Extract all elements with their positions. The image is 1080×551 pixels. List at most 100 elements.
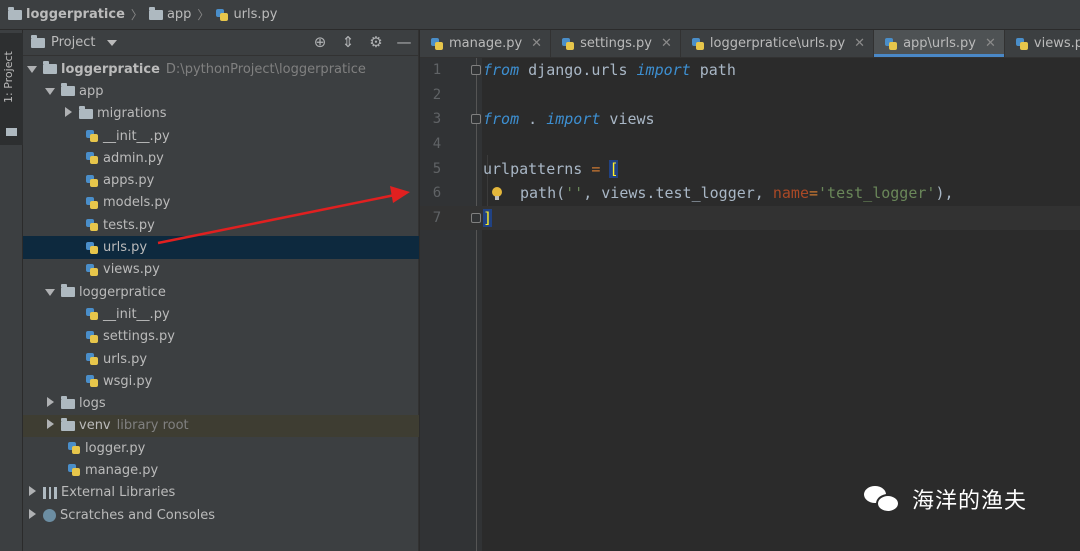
tree-item-file[interactable]: settings.py [23, 326, 419, 348]
tree-item-file[interactable]: manage.py [23, 459, 419, 481]
expand-arrow-icon[interactable] [29, 486, 36, 497]
project-tree: loggerpratice D:\pythonProject\loggerpra… [23, 58, 419, 526]
wechat-logo-icon [862, 482, 902, 516]
code-line[interactable]: 6 path('', views.test_logger, name='test… [420, 181, 1080, 206]
tab-label: app\urls.py [903, 36, 976, 51]
project-tool-tab[interactable]: 1: Project [0, 33, 23, 145]
breadcrumb-label: loggerpratice [26, 7, 125, 22]
code-line[interactable]: 2 [420, 83, 1080, 108]
tree-item-file[interactable]: wsgi.py [23, 370, 419, 392]
tab-label: views.py [1033, 36, 1080, 51]
tree-item-app[interactable]: app [23, 80, 419, 102]
tree-item-label: venv [79, 418, 111, 434]
tree-item-label: app [79, 83, 104, 99]
tree-item-label: manage.py [85, 462, 159, 478]
tree-item-label: Scratches and Consoles [60, 507, 216, 523]
code-line-current[interactable]: 7 ] [420, 205, 1080, 231]
code-line[interactable]: 5 urlpatterns = [ [420, 156, 1080, 181]
tab-project-urls-py[interactable]: loggerpratice\urls.py ✕ [681, 30, 875, 57]
target-icon[interactable]: ⊕ [312, 34, 328, 50]
tree-item-label: apps.py [103, 173, 155, 189]
code-line[interactable]: 4 [420, 132, 1080, 157]
fold-marker-icon[interactable] [471, 212, 481, 223]
lightbulb-icon[interactable] [492, 187, 502, 200]
line-number: 7 [432, 209, 442, 226]
tree-item-label: models.py [103, 195, 171, 211]
code-editor[interactable]: 1 from django.urls import path 2 3 from … [420, 58, 1080, 551]
code-text: ] [483, 208, 493, 227]
breadcrumb-item-project[interactable]: loggerpratice [8, 6, 125, 22]
tab-settings-py[interactable]: settings.py ✕ [551, 30, 681, 57]
fold-marker-icon[interactable] [471, 65, 481, 75]
tree-item-label: __init__.py [103, 306, 170, 322]
line-number: 6 [432, 185, 442, 202]
tree-item-label: urls.py [103, 351, 148, 367]
line-number: 4 [432, 136, 442, 153]
expand-arrow-icon[interactable] [47, 397, 54, 408]
close-icon[interactable]: ✕ [854, 36, 865, 51]
tree-item-migrations[interactable]: migrations [23, 103, 419, 125]
python-file-icon [67, 463, 81, 477]
tree-item-label: settings.py [103, 329, 175, 345]
chevron-right-icon: 〉 [130, 8, 143, 22]
gear-icon[interactable]: ⚙ [368, 34, 384, 50]
project-tool-label: 1: Project [2, 51, 15, 103]
tree-item-file[interactable]: tests.py [23, 214, 419, 236]
folder-icon [61, 395, 75, 409]
tab-label: manage.py [449, 36, 523, 51]
tab-app-urls-py[interactable]: app\urls.py ✕ [874, 30, 1005, 57]
tree-item-venv[interactable]: venv library root [23, 414, 419, 438]
tab-manage-py[interactable]: manage.py ✕ [420, 30, 552, 57]
python-file-icon [561, 37, 575, 51]
tree-item-path: D:\pythonProject\loggerpratice [165, 61, 366, 77]
scratches-icon [43, 508, 56, 522]
editor-tabs: manage.py ✕ settings.py ✕ loggerpratice\… [420, 30, 1080, 58]
tree-item-label: tests.py [103, 217, 155, 233]
tree-item-root[interactable]: loggerpratice D:\pythonProject\loggerpra… [23, 58, 419, 80]
project-title: Project [51, 35, 96, 50]
code-line[interactable]: 3 from . import views [420, 107, 1080, 132]
expand-arrow-icon[interactable] [27, 65, 37, 73]
tree-item-package[interactable]: loggerpratice [23, 281, 419, 303]
tree-item-file[interactable]: apps.py [23, 169, 419, 191]
close-icon[interactable]: ✕ [985, 36, 996, 51]
breadcrumb-label: urls.py [233, 7, 278, 22]
code-line[interactable]: 1 from django.urls import path [420, 58, 1080, 83]
expand-arrow-icon[interactable] [45, 87, 55, 95]
dropdown-arrow-icon [107, 39, 118, 46]
minimize-icon[interactable]: — [396, 34, 412, 50]
close-icon[interactable]: ✕ [531, 36, 542, 51]
tree-item-file[interactable]: views.py [23, 259, 419, 281]
python-file-icon [85, 307, 99, 321]
tab-views-py[interactable]: views.py [1005, 30, 1080, 57]
tree-item-label: migrations [97, 106, 167, 122]
expand-arrow-icon[interactable] [47, 419, 54, 430]
close-icon[interactable]: ✕ [661, 36, 672, 51]
tree-item-file[interactable]: logger.py [23, 437, 419, 459]
tree-item-file[interactable]: __init__.py [23, 303, 419, 325]
fold-marker-icon[interactable] [471, 114, 481, 125]
tree-item-scratches[interactable]: Scratches and Consoles [23, 504, 419, 526]
python-file-icon [85, 218, 99, 232]
tree-item-logs[interactable]: logs [23, 392, 419, 414]
project-view-selector[interactable]: Project [31, 34, 118, 50]
expand-arrow-icon[interactable] [65, 107, 72, 118]
breadcrumb-item-file[interactable]: urls.py [215, 7, 277, 22]
tree-item-file[interactable]: models.py [23, 192, 419, 214]
tree-item-file[interactable]: __init__.py [23, 125, 419, 147]
tree-item-label: logger.py [85, 440, 146, 456]
breadcrumb: loggerpratice 〉 app 〉 urls.py [0, 0, 1080, 30]
code-text: from . import views [483, 110, 655, 129]
tree-item-file[interactable]: urls.py [23, 348, 419, 370]
collapse-icon[interactable]: ⇕ [340, 34, 356, 50]
expand-arrow-icon[interactable] [45, 288, 55, 296]
tree-item-external-libraries[interactable]: External Libraries [23, 482, 419, 504]
expand-arrow-icon[interactable] [29, 508, 36, 519]
tree-item-file[interactable]: admin.py [23, 147, 419, 169]
python-file-icon [85, 241, 99, 255]
folder-icon [61, 284, 75, 298]
tree-item-file-selected[interactable]: urls.py [23, 236, 419, 259]
breadcrumb-item-app[interactable]: app [148, 6, 191, 22]
tab-label: loggerpratice\urls.py [709, 36, 846, 51]
watermark: 海洋的渔夫 [862, 482, 1027, 516]
